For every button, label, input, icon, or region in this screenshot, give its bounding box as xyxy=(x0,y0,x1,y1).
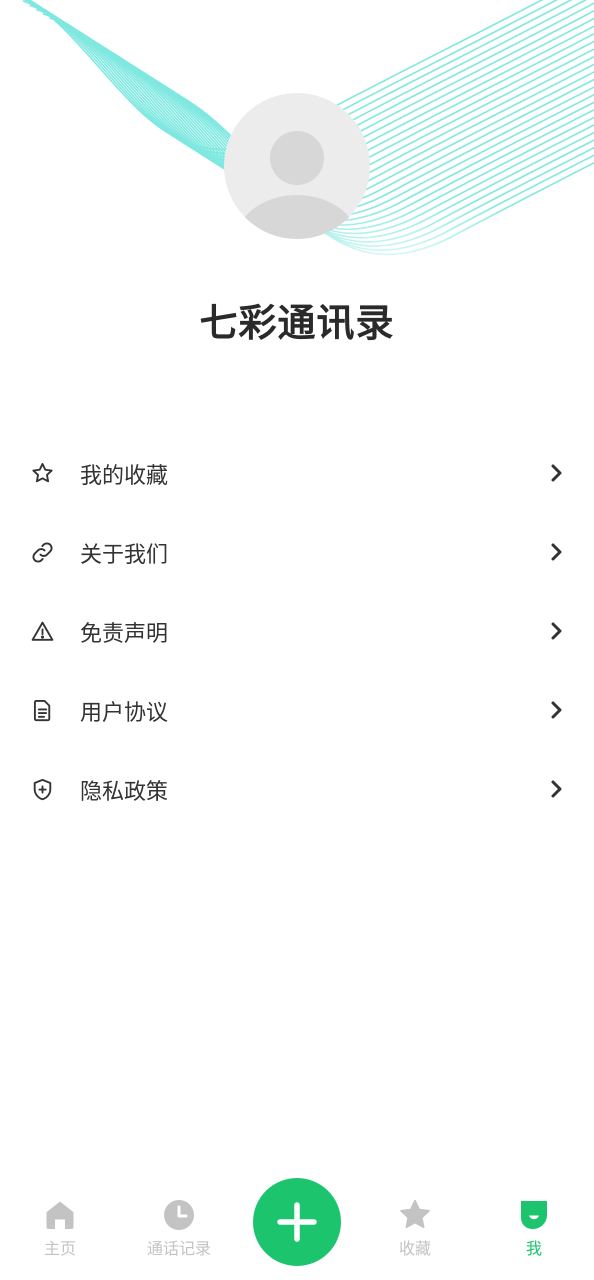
menu-item-favorites[interactable]: 我的收藏 xyxy=(0,434,594,513)
menu-item-label: 隐私政策 xyxy=(80,780,169,805)
avatar[interactable] xyxy=(224,93,370,239)
home-icon xyxy=(46,1201,74,1229)
warning-icon xyxy=(30,619,55,644)
tab-home[interactable]: 主页 xyxy=(0,1198,120,1268)
default-avatar-icon xyxy=(235,131,359,239)
menu-item-label: 用户协议 xyxy=(80,701,169,726)
settings-menu: 我的收藏 关于我们 免责声明 用户协议 隐私政策 xyxy=(0,434,594,829)
shield-icon xyxy=(30,777,55,802)
menu-item-label: 我的收藏 xyxy=(80,464,169,489)
link-icon xyxy=(30,540,55,565)
tab-call-history[interactable]: 通话记录 xyxy=(119,1198,239,1268)
menu-item-user-agreement[interactable]: 用户协议 xyxy=(0,671,594,750)
chevron-right-icon xyxy=(548,463,566,483)
plus-icon xyxy=(277,1202,317,1242)
chevron-right-icon xyxy=(548,700,566,720)
profile-icon xyxy=(521,1201,547,1229)
tab-label: 通话记录 xyxy=(146,1239,211,1258)
tab-favorites[interactable]: 收藏 xyxy=(355,1198,475,1268)
menu-item-privacy-policy[interactable]: 隐私政策 xyxy=(0,750,594,829)
document-icon xyxy=(30,698,55,723)
menu-item-about-us[interactable]: 关于我们 xyxy=(0,513,594,592)
star-icon xyxy=(400,1199,430,1229)
chevron-right-icon xyxy=(548,621,566,641)
star-outline-icon xyxy=(30,461,55,486)
tab-me[interactable]: 我 xyxy=(474,1198,594,1268)
menu-item-disclaimer[interactable]: 免责声明 xyxy=(0,592,594,671)
chevron-right-icon xyxy=(548,779,566,799)
menu-item-label: 关于我们 xyxy=(80,543,169,568)
tab-label: 我 xyxy=(525,1239,542,1258)
tab-label: 收藏 xyxy=(398,1239,431,1258)
add-contact-button[interactable] xyxy=(253,1178,341,1266)
app-title: 七彩通讯录 xyxy=(199,301,395,345)
clock-icon xyxy=(164,1200,194,1230)
chevron-right-icon xyxy=(548,542,566,562)
menu-item-label: 免责声明 xyxy=(80,622,169,647)
tab-label: 主页 xyxy=(43,1239,76,1258)
